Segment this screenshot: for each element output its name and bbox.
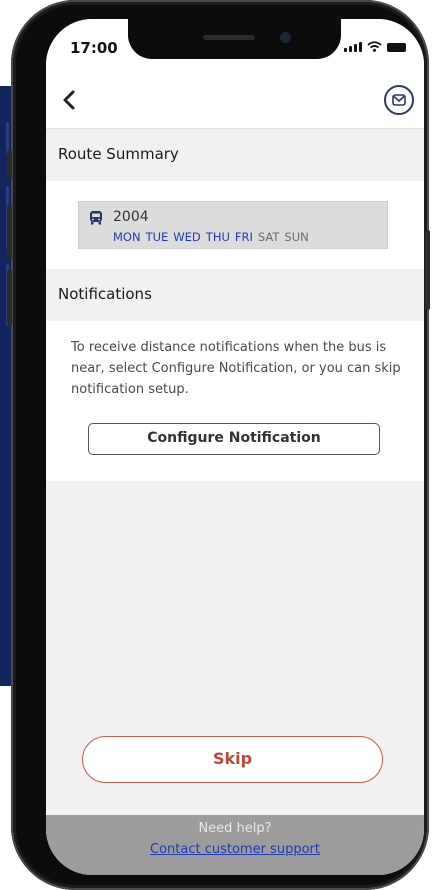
route-number: 2004 [113, 209, 149, 225]
app-screen: 17:00 Route Summary 2004 MON TUE WED THU… [46, 19, 424, 875]
day-thu: THU [205, 230, 230, 244]
messages-button[interactable] [384, 85, 414, 115]
mute-switch [7, 150, 12, 180]
battery-icon [387, 43, 406, 52]
notifications-panel: To receive distance notifications when t… [46, 321, 424, 481]
configure-notification-button[interactable]: Configure Notification [88, 423, 380, 455]
day-tue: TUE [145, 230, 169, 244]
help-text: Need help? [198, 821, 272, 836]
notifications-header: Notifications [46, 269, 424, 321]
route-summary-title: Route Summary [58, 145, 179, 163]
phone-frame: 17:00 Route Summary 2004 MON TUE WED THU… [7, 0, 430, 890]
day-sun: SUN [284, 230, 309, 244]
day-mon: MON [113, 230, 141, 244]
app-header [46, 73, 424, 129]
volume-down-button [7, 270, 12, 325]
signal-icon [344, 41, 362, 52]
envelope-icon [392, 94, 406, 106]
day-wed: WED [173, 230, 201, 244]
status-time: 17:00 [70, 39, 118, 57]
wifi-icon [367, 41, 382, 52]
back-button[interactable] [56, 87, 82, 113]
notifications-title: Notifications [58, 285, 152, 303]
help-bar: Need help? Contact customer support [46, 815, 424, 875]
service-days: MON TUE WED THU FRI SAT SUN [113, 230, 309, 244]
volume-up-button [7, 205, 12, 260]
notifications-description: To receive distance notifications when t… [71, 340, 401, 397]
route-summary-header: Route Summary [46, 129, 424, 181]
camera-icon [280, 32, 291, 43]
day-sat: SAT [257, 230, 280, 244]
route-card: 2004 MON TUE WED THU FRI SAT SUN [78, 201, 388, 249]
skip-button[interactable]: Skip [82, 736, 383, 783]
route-summary-panel: 2004 MON TUE WED THU FRI SAT SUN [46, 181, 424, 269]
status-icons [344, 41, 406, 52]
speaker-grille [203, 35, 255, 40]
chevron-left-icon [63, 90, 75, 110]
day-fri: FRI [234, 230, 253, 244]
notch [128, 19, 341, 59]
contact-support-link[interactable]: Contact customer support [46, 842, 424, 857]
power-button [425, 230, 430, 310]
bus-icon [90, 211, 102, 225]
